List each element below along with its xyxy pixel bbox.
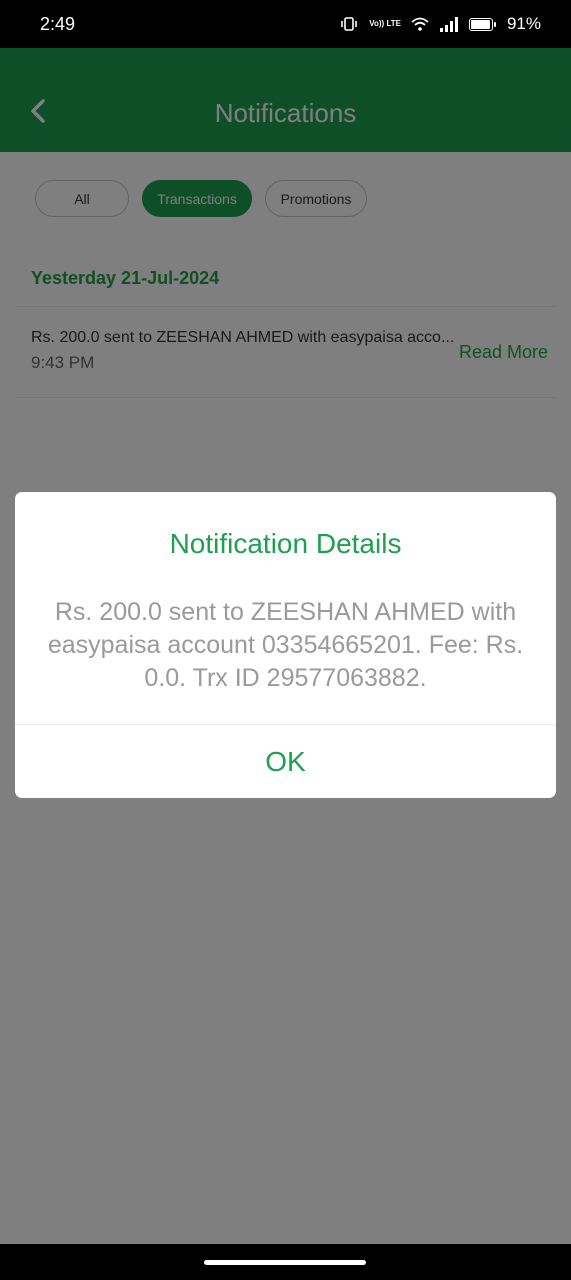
phone-screen: 2:49 Vo)) LTE 91% Notification Details R…	[0, 0, 571, 1280]
dialog-title: Notification Details	[169, 528, 402, 559]
battery-icon	[468, 17, 496, 31]
ok-button[interactable]: OK	[15, 725, 556, 798]
signal-icon	[439, 16, 459, 32]
notifications-screen: Notifications All Transactions Promotion…	[0, 48, 571, 1244]
navigation-bar	[0, 1244, 571, 1280]
status-icons: Vo)) LTE 91%	[339, 14, 541, 34]
status-time: 2:49	[40, 13, 76, 34]
battery-percent: 91%	[506, 14, 541, 33]
volte-icon: Vo)) LTE	[369, 19, 401, 28]
dialog-message: Rs. 200.0 sent to ZEESHAN AHMED with eas…	[47, 598, 524, 692]
notification-details-dialog: Notification Details Rs. 200.0 sent to Z…	[15, 492, 556, 798]
vibrate-icon	[339, 16, 359, 32]
status-bar: 2:49 Vo)) LTE 91%	[0, 0, 571, 48]
home-indicator[interactable]	[204, 1260, 366, 1265]
wifi-icon	[411, 16, 429, 32]
